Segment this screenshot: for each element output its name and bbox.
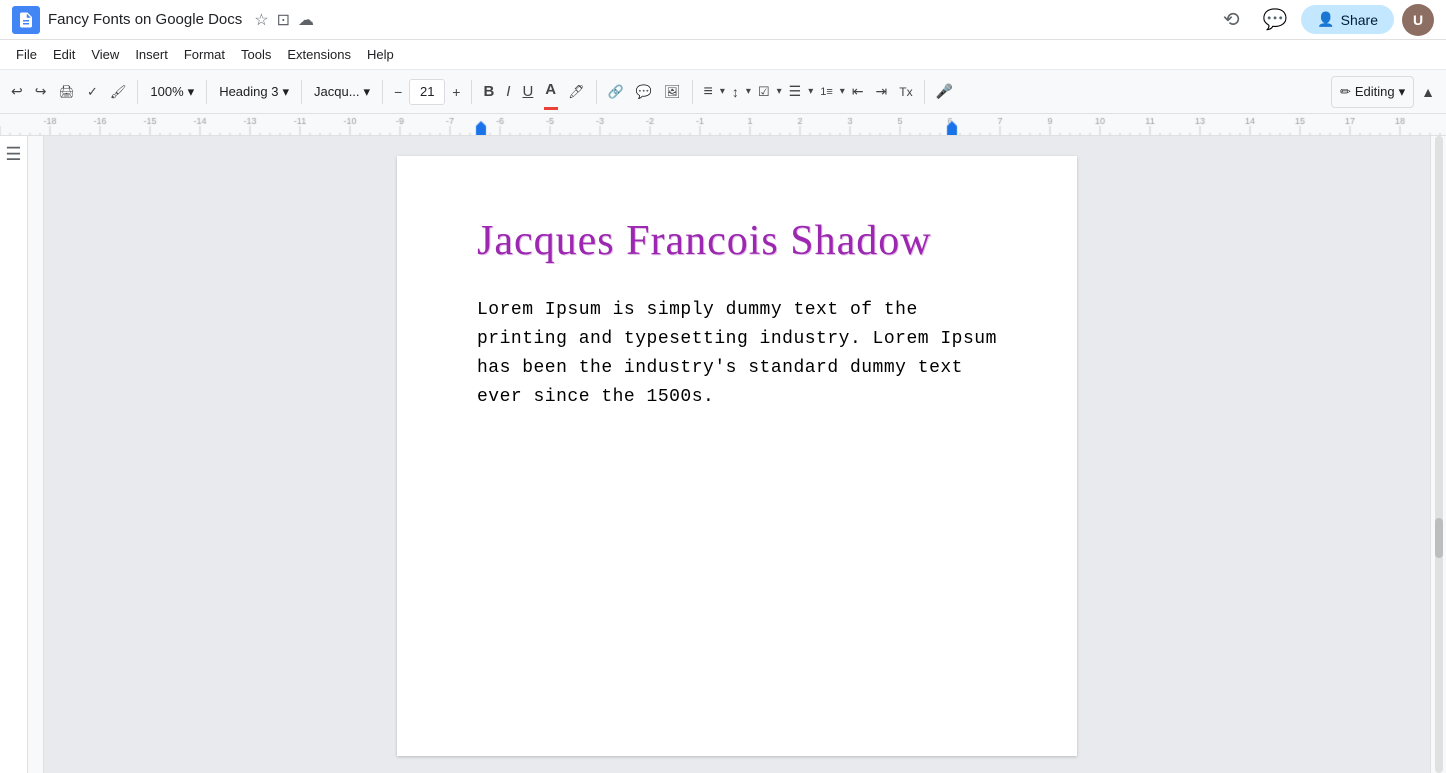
- bulletlist-chevron-icon: ▾: [808, 86, 813, 97]
- print-button[interactable]: 🖨: [53, 76, 80, 108]
- doc-icon: [12, 6, 40, 34]
- history-button[interactable]: ⟲: [1213, 2, 1249, 38]
- align-button[interactable]: ≡: [699, 76, 718, 108]
- numberedlist-chevron-icon: ▾: [840, 86, 845, 97]
- main-area: ☰ Jacques Francois Shadow Lorem Ipsum is…: [0, 136, 1446, 773]
- heading-content[interactable]: Jacques Francois Shadow: [477, 216, 997, 266]
- scrollbar-track[interactable]: [1435, 136, 1443, 773]
- menu-view[interactable]: View: [83, 43, 127, 66]
- toolbar-separator-6: [596, 80, 597, 104]
- font-color-wrapper: A: [540, 74, 561, 110]
- numbered-list-button[interactable]: 1≡: [815, 76, 838, 108]
- line-spacing-button[interactable]: ↕: [727, 76, 744, 108]
- comment-button[interactable]: 💬: [631, 76, 657, 108]
- zoom-value: 100%: [150, 84, 183, 99]
- header-right: ⟲ 💬 👤 Share U: [1213, 2, 1434, 38]
- font-color-button[interactable]: A: [540, 74, 561, 106]
- indent-less-button[interactable]: ⇤: [847, 76, 869, 108]
- editing-label: Editing: [1355, 84, 1395, 99]
- clear-formatting-button[interactable]: Tx: [894, 76, 917, 108]
- toolbar: ↩ ↪ 🖨 ✓ 🖌 100% ▾ Heading 3 ▾ Jacqu... ▾ …: [0, 70, 1446, 114]
- style-chevron-icon: ▾: [282, 84, 289, 100]
- toolbar-separator-4: [382, 80, 383, 104]
- share-icon: 👤: [1317, 11, 1334, 28]
- italic-button[interactable]: I: [501, 76, 515, 108]
- font-size-input[interactable]: [409, 79, 445, 105]
- underline-button[interactable]: U: [517, 76, 538, 108]
- editing-chevron-icon: ▾: [1399, 84, 1406, 100]
- align-chevron-icon: ▾: [720, 86, 725, 97]
- highlight-button[interactable]: 🖊: [563, 76, 590, 108]
- cloud-icon[interactable]: ☁: [298, 10, 314, 30]
- zoom-dropdown[interactable]: 100% ▾: [144, 76, 200, 108]
- style-dropdown[interactable]: Heading 3 ▾: [213, 76, 295, 108]
- menu-edit[interactable]: Edit: [45, 43, 83, 66]
- menu-bar: File Edit View Insert Format Tools Exten…: [0, 40, 1446, 70]
- redo-button[interactable]: ↪: [30, 76, 52, 108]
- share-button[interactable]: 👤 Share: [1301, 5, 1394, 34]
- toolbar-separator-8: [924, 80, 925, 104]
- checklist-chevron-icon: ▾: [777, 86, 782, 97]
- link-button[interactable]: 🔗: [603, 76, 629, 108]
- toolbar-separator-5: [471, 80, 472, 104]
- comments-button[interactable]: 💬: [1257, 2, 1293, 38]
- right-sidebar: [1430, 136, 1446, 773]
- editing-dropdown[interactable]: ✏ Editing ▾: [1331, 76, 1414, 108]
- drive-icon[interactable]: ⊡: [277, 10, 290, 30]
- linespace-chevron-icon: ▾: [746, 86, 751, 97]
- voice-button[interactable]: 🎤: [931, 76, 958, 108]
- scrollbar-thumb[interactable]: [1435, 518, 1443, 558]
- doc-title: Fancy Fonts on Google Docs: [48, 11, 242, 28]
- checklist-button[interactable]: ☑: [753, 76, 775, 108]
- font-size-plus-button[interactable]: +: [447, 76, 465, 108]
- bullet-list-button[interactable]: ☰: [784, 76, 807, 108]
- left-sidebar: ☰: [0, 136, 28, 773]
- left-vertical-ruler: [28, 136, 44, 773]
- font-value: Jacqu...: [314, 84, 360, 99]
- avatar: U: [1402, 4, 1434, 36]
- heading-text: Jacques Francois Shadow: [477, 218, 932, 264]
- page: Jacques Francois Shadow Lorem Ipsum is s…: [397, 156, 1077, 756]
- font-size-minus-button[interactable]: −: [389, 76, 407, 108]
- menu-insert[interactable]: Insert: [127, 43, 176, 66]
- menu-extensions[interactable]: Extensions: [279, 43, 359, 66]
- spellcheck-button[interactable]: ✓: [82, 76, 103, 108]
- menu-tools[interactable]: Tools: [233, 43, 279, 66]
- undo-button[interactable]: ↩: [6, 76, 28, 108]
- bold-button[interactable]: B: [478, 76, 499, 108]
- zoom-chevron-icon: ▾: [188, 84, 195, 100]
- ruler: [0, 114, 1446, 136]
- document-area[interactable]: Jacques Francois Shadow Lorem Ipsum is s…: [44, 136, 1430, 773]
- share-label: Share: [1341, 12, 1378, 28]
- menu-format[interactable]: Format: [176, 43, 233, 66]
- style-value: Heading 3: [219, 84, 278, 99]
- toolbar-separator-7: [692, 80, 693, 104]
- outline-icon[interactable]: ☰: [5, 144, 21, 165]
- body-content[interactable]: Lorem Ipsum is simply dummy text of the …: [477, 296, 997, 411]
- font-chevron-icon: ▾: [364, 84, 371, 100]
- star-icon[interactable]: ☆: [254, 10, 268, 30]
- ruler-canvas: [0, 114, 1446, 136]
- body-text: Lorem Ipsum is simply dummy text of the …: [477, 300, 997, 406]
- edit-pencil-icon: ✏: [1340, 84, 1351, 100]
- image-button[interactable]: 🖼: [659, 76, 686, 108]
- indent-more-button[interactable]: ⇥: [871, 76, 893, 108]
- menu-help[interactable]: Help: [359, 43, 402, 66]
- menu-file[interactable]: File: [8, 43, 45, 66]
- toolbar-separator-1: [137, 80, 138, 104]
- expand-button[interactable]: ▲: [1416, 76, 1440, 108]
- paint-format-button[interactable]: 🖌: [105, 76, 132, 108]
- toolbar-separator-3: [301, 80, 302, 104]
- toolbar-separator-2: [206, 80, 207, 104]
- font-color-bar: [544, 107, 558, 110]
- title-bar: Fancy Fonts on Google Docs ☆ ⊡ ☁ ⟲ 💬 👤 S…: [0, 0, 1446, 40]
- font-dropdown[interactable]: Jacqu... ▾: [308, 76, 376, 108]
